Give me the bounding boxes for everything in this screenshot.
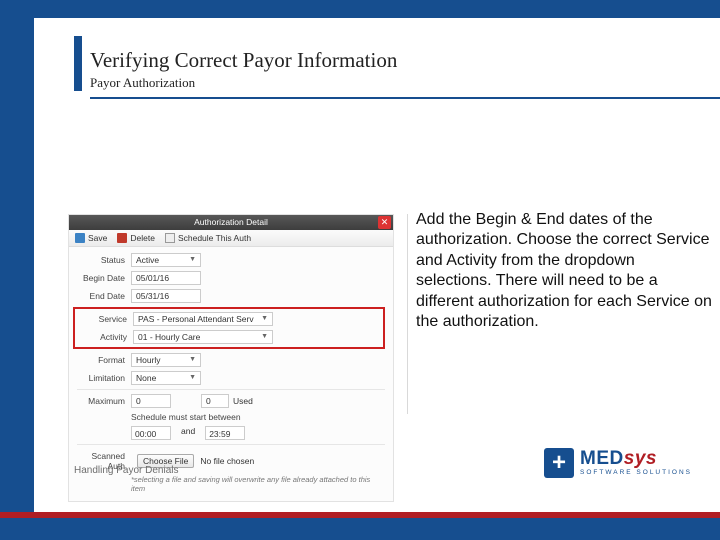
status-select[interactable]: Active ▼ <box>131 253 201 267</box>
plus-icon: + <box>552 451 566 475</box>
chevron-down-icon: ▼ <box>189 372 196 384</box>
status-value: Active <box>136 254 159 266</box>
brand-part-b: sys <box>624 448 657 469</box>
time-to-input[interactable]: 23:59 <box>205 426 245 440</box>
divider <box>77 389 385 390</box>
schedule-button[interactable]: Schedule This Auth <box>165 233 251 243</box>
delete-button[interactable]: Delete <box>117 233 155 243</box>
schedule-label: Schedule This Auth <box>178 233 251 243</box>
service-select[interactable]: PAS - Personal Attendant Serv ▼ <box>133 312 273 326</box>
format-value: Hourly <box>136 354 161 366</box>
activity-select[interactable]: 01 - Hourly Care ▼ <box>133 330 273 344</box>
window-titlebar: Authorization Detail ✕ <box>69 215 393 230</box>
used-value: 0 <box>206 395 211 407</box>
schedule-times: 00:00 and 23:59 <box>131 426 385 440</box>
divider <box>77 444 385 445</box>
logo-mark: + <box>544 448 574 478</box>
activity-value: 01 - Hourly Care <box>138 331 200 343</box>
activity-label: Activity <box>79 332 133 342</box>
end-date-label: End Date <box>77 291 131 301</box>
maximum-input[interactable]: 0 <box>131 394 171 408</box>
instruction-text: Add the Begin & End dates of the authori… <box>416 210 714 333</box>
chevron-down-icon: ▼ <box>261 313 268 325</box>
window-title: Authorization Detail <box>194 217 268 227</box>
begin-date-label: Begin Date <box>77 273 131 283</box>
maximum-label: Maximum <box>77 396 131 406</box>
used-display: 0 <box>201 394 229 408</box>
toolbar: Save Delete Schedule This Auth <box>69 230 393 247</box>
save-button[interactable]: Save <box>75 233 107 243</box>
maximum-value: 0 <box>136 395 141 407</box>
end-date-input[interactable]: 05/31/16 <box>131 289 201 303</box>
page-subtitle: Payor Authorization <box>90 75 680 91</box>
chevron-down-icon: ▼ <box>189 254 196 266</box>
limitation-select[interactable]: None ▼ <box>131 371 201 385</box>
slide-body: Verifying Correct Payor Information Payo… <box>34 18 720 512</box>
chevron-down-icon: ▼ <box>261 331 268 343</box>
calendar-icon <box>165 233 175 243</box>
service-label: Service <box>79 314 133 324</box>
schedule-caption: Schedule must start between <box>131 412 385 422</box>
chevron-down-icon: ▼ <box>189 354 196 366</box>
footer-caption: Handling Payor Denials <box>74 465 179 476</box>
begin-date-value: 05/01/16 <box>136 272 169 284</box>
used-label: Used <box>233 396 253 406</box>
column-divider <box>407 214 408 414</box>
page-title: Verifying Correct Payor Information <box>90 48 680 73</box>
format-label: Format <box>77 355 131 365</box>
format-select[interactable]: Hourly ▼ <box>131 353 201 367</box>
brand-tagline: SOFTWARE SOLUTIONS <box>580 470 692 477</box>
delete-icon <box>117 233 127 243</box>
auth-detail-window: Authorization Detail ✕ Save Delete Sched… <box>68 214 394 502</box>
title-rule <box>90 97 720 99</box>
title-accent-bar <box>74 36 82 91</box>
end-date-value: 05/31/16 <box>136 290 169 302</box>
delete-label: Delete <box>130 233 155 243</box>
form-body: Status Active ▼ Begin Date 05/01/16 End … <box>69 247 393 501</box>
save-icon <box>75 233 85 243</box>
highlight-box: Service PAS - Personal Attendant Serv ▼ … <box>73 307 385 349</box>
limitation-value: None <box>136 372 156 384</box>
title-block: Verifying Correct Payor Information Payo… <box>90 48 680 99</box>
status-label: Status <box>77 255 131 265</box>
no-file-text: No file chosen <box>200 456 254 466</box>
file-hint: *selecting a file and saving will overwr… <box>131 475 385 493</box>
begin-date-input[interactable]: 05/01/16 <box>131 271 201 285</box>
time-and-label: and <box>181 426 195 440</box>
limitation-label: Limitation <box>77 373 131 383</box>
time-from-input[interactable]: 00:00 <box>131 426 171 440</box>
brand-name: MEDsys <box>580 449 692 468</box>
service-value: PAS - Personal Attendant Serv <box>138 313 254 325</box>
brand-logo: + MEDsys SOFTWARE SOLUTIONS <box>544 448 692 478</box>
close-icon[interactable]: ✕ <box>378 216 391 229</box>
footer-red-bar <box>0 512 720 518</box>
brand-part-a: MED <box>580 448 624 469</box>
save-label: Save <box>88 233 107 243</box>
